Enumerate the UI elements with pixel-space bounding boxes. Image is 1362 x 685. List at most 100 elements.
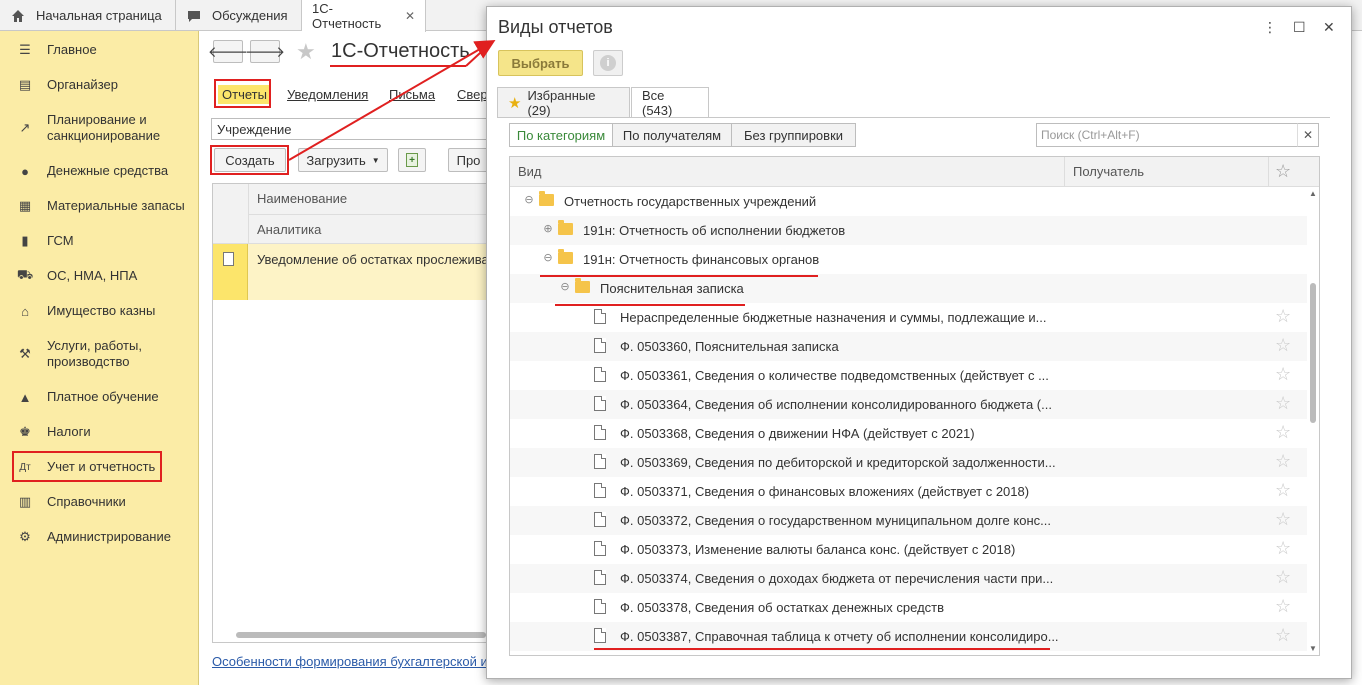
sidebar-item-label: Налоги <box>47 424 91 439</box>
search-input[interactable]: Поиск (Ctrl+Alt+F) <box>1036 123 1319 147</box>
sidebar-item-money[interactable]: ● Денежные средства <box>0 162 199 180</box>
tree-item-row[interactable]: Ф. 0503361, Сведения о количестве подвед… <box>510 361 1307 390</box>
tab-all[interactable]: Все (543) <box>631 87 709 118</box>
sidebar-item-admin[interactable]: ⚙ Администрирование <box>0 528 199 546</box>
sidebar-item-materials[interactable]: ▦ Материальные запасы <box>0 197 199 215</box>
scroll-up-icon[interactable]: ▲ <box>1308 189 1318 198</box>
sidebar-item-education[interactable]: ▲ Платное обучение <box>0 388 199 406</box>
sidebar-item-label: Имущество казны <box>47 303 156 318</box>
report-types-tree: Вид Получатель ☆ ⊖ Отчетность государстве… <box>509 156 1320 656</box>
tree-folder-row[interactable]: ⊖ Отчетность государственных учреждений <box>510 187 1307 216</box>
back-button[interactable]: 🡐 <box>208 40 248 63</box>
menu-icon: ☰ <box>19 42 31 57</box>
tree-folder-row[interactable]: ⊖ 191н: Отчетность финансовых органов <box>510 245 1307 274</box>
load-button[interactable]: Загрузить ▼ <box>298 148 388 172</box>
add-file-button[interactable]: + <box>398 148 426 172</box>
more-icon[interactable]: ⋮ <box>1263 19 1277 36</box>
favorite-star-icon[interactable]: ☆ <box>1275 568 1291 586</box>
favorite-star-icon[interactable]: ☆ <box>1275 626 1291 644</box>
tree-item-row[interactable]: Ф. 0503364, Сведения об исполнении консо… <box>510 390 1307 419</box>
no-grouping-button[interactable]: Без группировки <box>731 123 856 147</box>
forward-button[interactable]: 🡒 <box>245 40 285 63</box>
tree-item-row[interactable]: Ф. 0503373, Изменение валюты баланса кон… <box>510 535 1307 564</box>
tree-row-label: Ф. 0503387, Справочная таблица к отчету … <box>620 629 1059 644</box>
tree-item-row[interactable]: Ф. 0503387, Справочная таблица к отчету … <box>510 622 1307 651</box>
tree-item-row[interactable]: Ф. 0503372, Сведения о государственном м… <box>510 506 1307 535</box>
taxes-icon: ♚ <box>19 424 31 439</box>
favorite-star-icon[interactable]: ☆ <box>1275 336 1291 354</box>
scroll-down-icon[interactable]: ▼ <box>1308 644 1318 653</box>
tab-reconciliation[interactable]: Свер <box>457 87 488 102</box>
favorite-star-icon[interactable]: ★ <box>296 40 316 64</box>
sidebar: ☰ Главное ▤ Органайзер ↗ Планирование и … <box>0 31 199 685</box>
sidebar-item-planning[interactable]: ↗ Планирование и санкционирование <box>0 112 199 146</box>
clear-search-icon[interactable]: ✕ <box>1297 123 1319 147</box>
sidebar-item-services[interactable]: ⚒ Услуги, работы, производство <box>0 338 199 372</box>
sidebar-item-label: ГСМ <box>47 233 74 248</box>
tree-item-row[interactable]: Ф. 0503374, Сведения о доходах бюджета о… <box>510 564 1307 593</box>
sidebar-item-organizer[interactable]: ▤ Органайзер <box>0 76 199 94</box>
close-icon[interactable]: ✕ <box>405 9 415 23</box>
tree-row-label: Нераспределенные бюджетные назначения и … <box>620 310 1047 325</box>
tab-discussions[interactable]: Обсуждения <box>176 0 302 31</box>
tree-item-row[interactable]: Ф. 0503378, Сведения об остатках денежны… <box>510 593 1307 622</box>
tab-1c-reporting[interactable]: 1С-Отчетность ✕ <box>302 0 426 32</box>
truck-icon: ⛟ <box>16 267 34 282</box>
tab-favorites[interactable]: ★ Избранные (29) <box>497 87 630 118</box>
sidebar-item-references[interactable]: ▥ Справочники <box>0 493 199 511</box>
close-icon[interactable]: ✕ <box>1323 19 1335 36</box>
chevron-down-icon: ▼ <box>371 155 380 165</box>
tree-item-row[interactable]: Ф. 0503360, Пояснительная записка ☆ <box>510 332 1307 361</box>
tree-item-row[interactable]: Ф. 0503368, Сведения о движении НФА (дей… <box>510 419 1307 448</box>
group-by-recipient-button[interactable]: По получателям <box>612 123 732 147</box>
column-kind: Вид <box>518 164 542 179</box>
info-button[interactable]: i <box>593 50 623 76</box>
expand-icon[interactable]: ⊕ <box>543 224 553 235</box>
horizontal-scrollbar[interactable] <box>236 632 486 638</box>
collapse-icon[interactable]: ⊖ <box>524 195 534 206</box>
organization-field[interactable]: Учреждение <box>211 118 491 140</box>
tree-row-label: Ф. 0503364, Сведения об исполнении консо… <box>620 397 1052 412</box>
document-icon <box>594 541 606 556</box>
favorite-star-icon[interactable]: ☆ <box>1275 365 1291 383</box>
tree-item-row[interactable]: Ф. 0503369, Сведения по дебиторской и кр… <box>510 448 1307 477</box>
sidebar-item-main[interactable]: ☰ Главное <box>0 41 199 59</box>
favorite-star-icon[interactable]: ☆ <box>1275 452 1291 470</box>
scrollbar-thumb[interactable] <box>1310 283 1316 423</box>
favorite-star-icon[interactable]: ☆ <box>1275 394 1291 412</box>
favorite-star-icon[interactable]: ☆ <box>1275 481 1291 499</box>
favorite-column-star-icon[interactable]: ☆ <box>1275 161 1291 182</box>
tree-row-label: Отчетность государственных учреждений <box>564 194 817 209</box>
tree-folder-row[interactable]: ⊕ 191н: Отчетность об исполнении бюджетов <box>510 216 1307 245</box>
tree-item-row[interactable]: Нераспределенные бюджетные назначения и … <box>510 303 1307 332</box>
document-icon <box>594 396 606 411</box>
collapse-icon[interactable]: ⊖ <box>560 282 570 293</box>
tree-folder-row[interactable]: ⊖ Пояснительная записка <box>510 274 1307 303</box>
sidebar-item-treasury[interactable]: ⌂ Имущество казны <box>0 302 199 320</box>
tab-letters[interactable]: Письма <box>389 87 435 102</box>
favorite-star-icon[interactable]: ☆ <box>1275 539 1291 557</box>
reports-grid: Наименование Аналитика Уведомление об ос… <box>212 183 489 643</box>
collapse-icon[interactable]: ⊖ <box>543 253 553 264</box>
favorite-star-icon[interactable]: ☆ <box>1275 307 1291 325</box>
vertical-scrollbar[interactable]: ▲ ▼ <box>1308 187 1318 655</box>
dialog-title: Виды отчетов <box>498 17 613 37</box>
pro-button[interactable]: Про <box>448 148 488 172</box>
sidebar-item-fuel[interactable]: ▮ ГСМ <box>0 232 199 250</box>
tree-item-row[interactable]: Ф. 0503371, Сведения о финансовых вложен… <box>510 477 1307 506</box>
favorite-star-icon[interactable]: ☆ <box>1275 423 1291 441</box>
favorite-star-icon[interactable]: ☆ <box>1275 510 1291 528</box>
document-icon <box>594 338 606 353</box>
select-button[interactable]: Выбрать <box>498 50 583 76</box>
folder-icon <box>558 220 573 235</box>
tree-row-label: Ф. 0503368, Сведения о движении НФА (дей… <box>620 426 975 441</box>
sidebar-item-taxes[interactable]: ♚ Налоги <box>0 423 199 441</box>
maximize-icon[interactable]: ☐ <box>1293 19 1306 36</box>
tab-home[interactable]: Начальная страница <box>0 0 176 31</box>
favorite-star-icon[interactable]: ☆ <box>1275 597 1291 615</box>
info-link[interactable]: Особенности формирования бухгалтерской и <box>212 654 488 669</box>
tab-notifications[interactable]: Уведомления <box>287 87 368 102</box>
group-by-category-button[interactable]: По категориям <box>509 123 613 147</box>
sidebar-item-assets[interactable]: ⛟ ОС, НМА, НПА <box>0 267 199 285</box>
table-row[interactable]: Уведомление об остатках прослежива <box>213 244 489 300</box>
